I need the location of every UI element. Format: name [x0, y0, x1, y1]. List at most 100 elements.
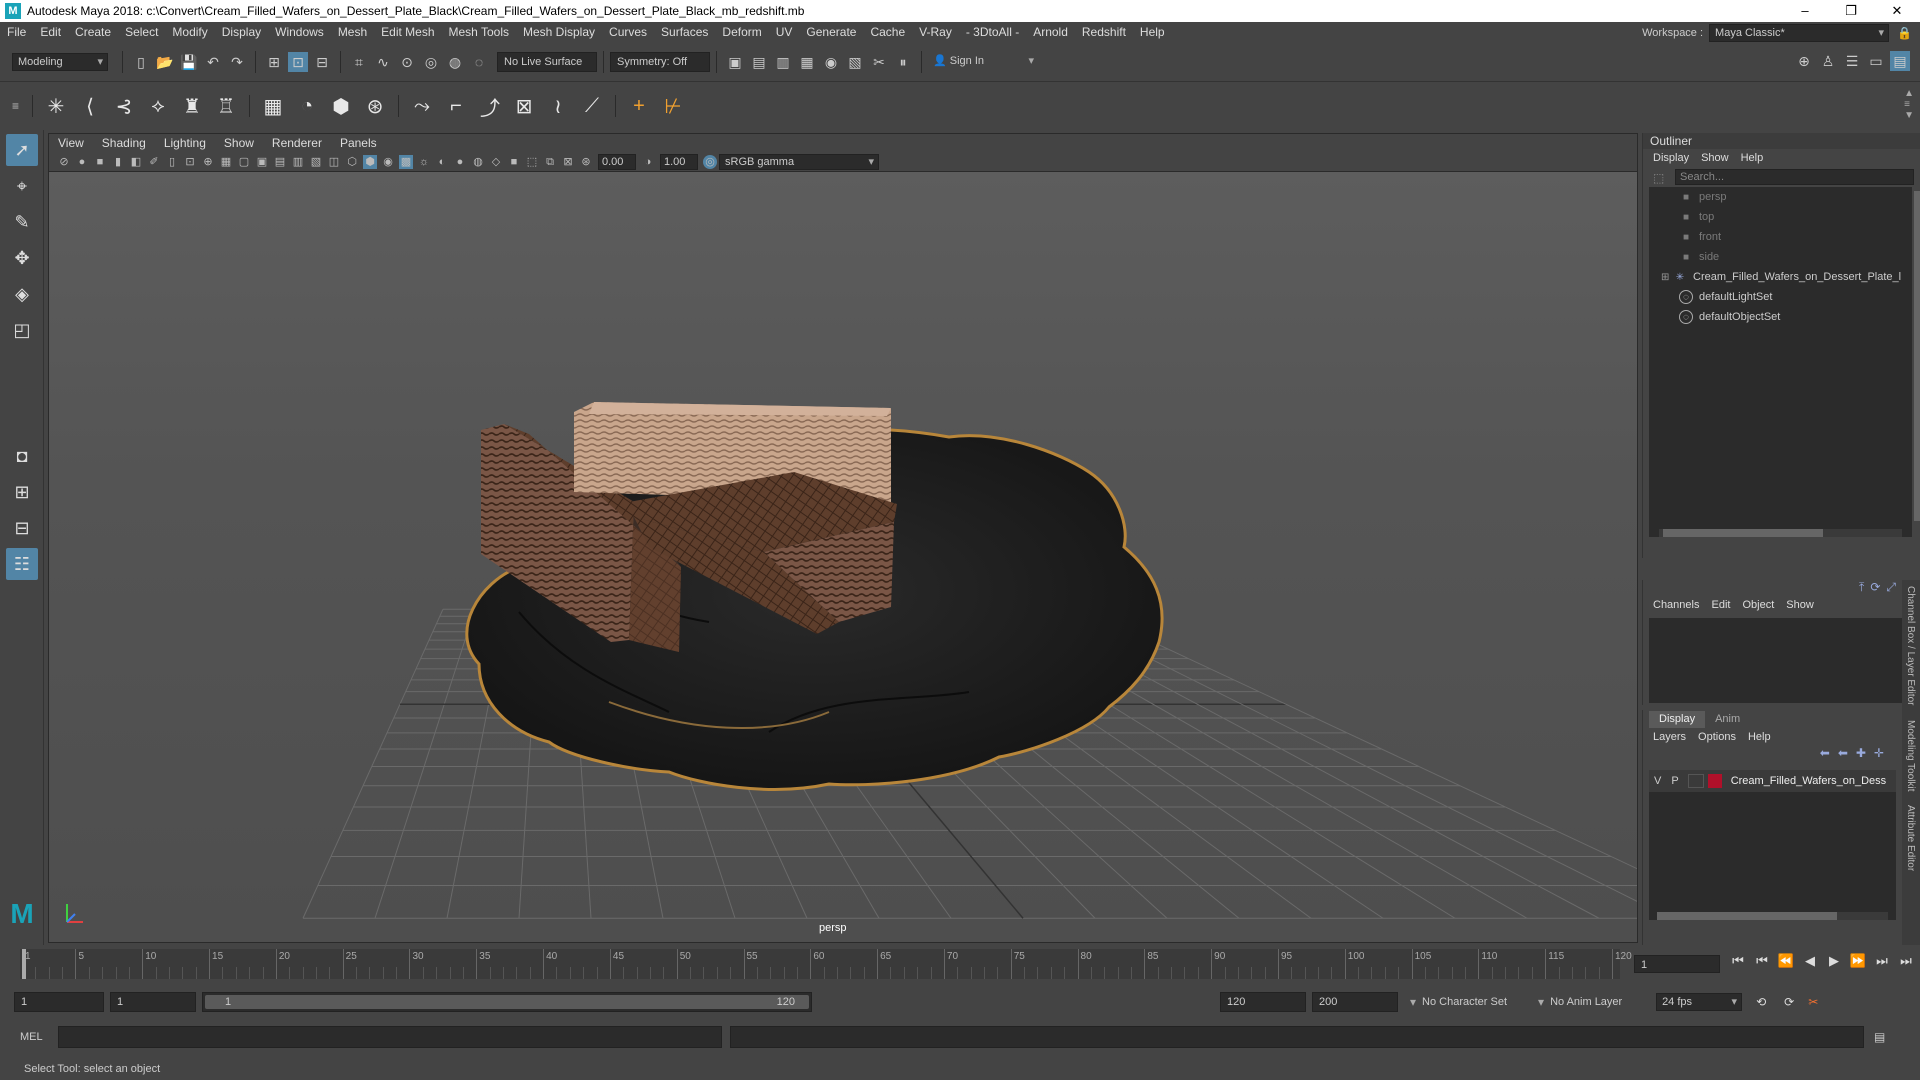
menu-vray[interactable]: V-Ray [912, 22, 959, 43]
paint-select-tool-icon[interactable]: ✎ [6, 206, 38, 238]
modeling-toolkit-icon[interactable]: ⊕ [1794, 51, 1814, 71]
character-set-dropdown-icon[interactable]: ▾ [1410, 995, 1416, 1009]
undo-icon[interactable]: ↶ [203, 52, 223, 72]
command-input[interactable] [58, 1026, 722, 1048]
depth-of-field-icon[interactable]: ● [453, 155, 467, 169]
wire-icon[interactable]: ⟋ [577, 91, 607, 121]
channel-box-expand-icon[interactable]: ⤢ [1886, 580, 1896, 596]
field-chart-icon[interactable]: ⊕ [201, 155, 215, 169]
character-controls-icon[interactable]: ♙ [1818, 51, 1838, 71]
outliner-menu-help[interactable]: Help [1735, 152, 1770, 164]
minimize-button[interactable]: – [1782, 0, 1828, 22]
menu-redshift[interactable]: Redshift [1075, 22, 1133, 43]
outliner-vertical-scrollbar[interactable] [1914, 191, 1920, 521]
expand-icon[interactable]: ⊞ [1661, 272, 1673, 283]
exposure-field[interactable]: 0.00 [598, 153, 636, 170]
pause-icon[interactable]: ⏸ [893, 52, 913, 72]
flare-icon[interactable]: ⌐ [441, 91, 471, 121]
fps-dropdown[interactable]: 24 fps [1656, 993, 1743, 1011]
grease-pencil-icon[interactable]: ✐ [147, 155, 161, 169]
shadows-icon[interactable]: ▧ [309, 155, 323, 169]
loop-icon[interactable]: ⟲ [1756, 995, 1766, 1009]
frame-selected-icon[interactable]: ⊠ [561, 155, 575, 169]
textured-icon[interactable]: ▤ [273, 155, 287, 169]
redo-icon[interactable]: ↷ [227, 52, 247, 72]
menu-cache[interactable]: Cache [863, 22, 912, 43]
sign-in-dropdown[interactable]: 👤 Sign In [928, 53, 1038, 71]
bookmark-icon[interactable]: ■ [93, 155, 107, 169]
attribute-editor-icon[interactable]: ☰ [1842, 51, 1862, 71]
layer-menu-layers[interactable]: Layers [1647, 731, 1692, 743]
snap-live-icon[interactable]: ◌ [469, 52, 489, 72]
render-view-icon[interactable]: ▧ [845, 52, 865, 72]
render-icon[interactable]: ▣ [725, 52, 745, 72]
ipr-render-icon[interactable]: ▥ [773, 52, 793, 72]
two-pane-layout-icon[interactable]: ⊟ [6, 512, 38, 544]
maximize-button[interactable]: ❐ [1828, 0, 1874, 22]
menu-edit-mesh[interactable]: Edit Mesh [374, 22, 441, 43]
sculpt-icon[interactable]: ◔ [292, 91, 322, 121]
create-joint-icon[interactable]: ✳ [41, 91, 71, 121]
script-editor-icon[interactable]: ▤ [1874, 1030, 1885, 1044]
film-gate-icon[interactable]: ⊡ [183, 155, 197, 169]
character-set-label[interactable]: No Character Set [1422, 996, 1532, 1008]
symmetry-field[interactable]: Symmetry: Off [610, 52, 710, 72]
current-frame-field[interactable]: 1 [1634, 955, 1720, 973]
select-object-icon[interactable]: ⊡ [288, 52, 308, 72]
viewport-menu-renderer[interactable]: Renderer [263, 136, 331, 150]
outliner-item-wafers-group[interactable]: ⊞ ✳ Cream_Filled_Wafers_on_Dessert_Plate_l [1649, 267, 1912, 287]
play-backward-icon[interactable]: ◀ [1798, 953, 1822, 969]
side-tab-modeling-toolkit[interactable]: Modeling Toolkit [1905, 720, 1916, 792]
layer-type-toggle[interactable] [1687, 774, 1704, 788]
channel-box-pin-icon[interactable]: ⤒ [1859, 580, 1864, 596]
remove-attribute-icon[interactable]: ⊬ [658, 91, 688, 121]
channel-box-sync-icon[interactable]: ⟳ [1870, 580, 1880, 596]
channel-menu-edit[interactable]: Edit [1705, 599, 1736, 611]
gamma-icon[interactable]: ◑ [641, 155, 655, 169]
outliner-item-front[interactable]: ■ front [1649, 227, 1912, 247]
animation-end-field[interactable]: 200 [1312, 992, 1398, 1012]
exposure-icon[interactable]: ⊛ [579, 155, 593, 169]
ambient-occlusion-icon[interactable]: ▩ [399, 154, 413, 169]
animation-start-field[interactable]: 1 [14, 992, 104, 1012]
menu-create[interactable]: Create [68, 22, 118, 43]
smooth-bind-icon[interactable]: ♜ [177, 91, 207, 121]
menuset-dropdown[interactable]: Modeling [12, 53, 108, 71]
outliner-horizontal-scrollbar[interactable] [1659, 529, 1902, 537]
viewport-menu-panels[interactable]: Panels [331, 136, 386, 150]
anim-layer-label[interactable]: No Anim Layer [1550, 996, 1650, 1008]
2d-pan-icon[interactable]: ◧ [129, 155, 143, 169]
new-scene-icon[interactable]: ▯ [131, 52, 151, 72]
select-component-icon[interactable]: ⊟ [312, 52, 332, 72]
menu-uv[interactable]: UV [769, 22, 800, 43]
color-space-dropdown[interactable]: sRGB gamma [719, 153, 879, 170]
image-plane-icon[interactable]: ▮ [111, 155, 125, 169]
viewport-menu-show[interactable]: Show [215, 136, 263, 150]
menu-modify[interactable]: Modify [165, 22, 214, 43]
menu-display[interactable]: Display [215, 22, 268, 43]
play-forward-icon[interactable]: ▶ [1822, 953, 1846, 969]
outliner-item-top[interactable]: ■ top [1649, 207, 1912, 227]
menu-generate[interactable]: Generate [799, 22, 863, 43]
viewport-menu-view[interactable]: View [49, 136, 93, 150]
tool-settings-icon[interactable]: ▭ [1866, 51, 1886, 71]
menu-edit[interactable]: Edit [33, 22, 68, 43]
auto-key-icon[interactable]: ⟳ [1784, 995, 1794, 1009]
outliner-search-input[interactable]: Search... [1675, 169, 1914, 185]
channel-menu-show[interactable]: Show [1780, 599, 1820, 611]
squash-icon[interactable]: ⊠ [509, 91, 539, 121]
step-back-key-icon[interactable]: ⏮ [1750, 953, 1774, 969]
hypershade-icon[interactable]: ◉ [821, 52, 841, 72]
layer-menu-help[interactable]: Help [1742, 731, 1777, 743]
outliner-item-persp[interactable]: ■ persp [1649, 187, 1912, 207]
move-layer-up-icon[interactable]: ⬅ [1820, 746, 1830, 764]
live-surface-field[interactable]: No Live Surface [497, 52, 597, 72]
outliner-item-default-object-set[interactable]: ◌ defaultObjectSet [1649, 307, 1912, 327]
3d-viewport[interactable]: persp [49, 172, 1637, 942]
select-camera-icon[interactable]: ⬚ [525, 155, 539, 169]
add-attribute-icon[interactable]: + [624, 91, 654, 121]
camera-lock-icon[interactable]: ● [75, 155, 89, 169]
tab-anim[interactable]: Anim [1705, 711, 1750, 728]
bind-skin-icon[interactable]: ⟡ [143, 91, 173, 121]
command-language-label[interactable]: MEL [20, 1031, 58, 1043]
